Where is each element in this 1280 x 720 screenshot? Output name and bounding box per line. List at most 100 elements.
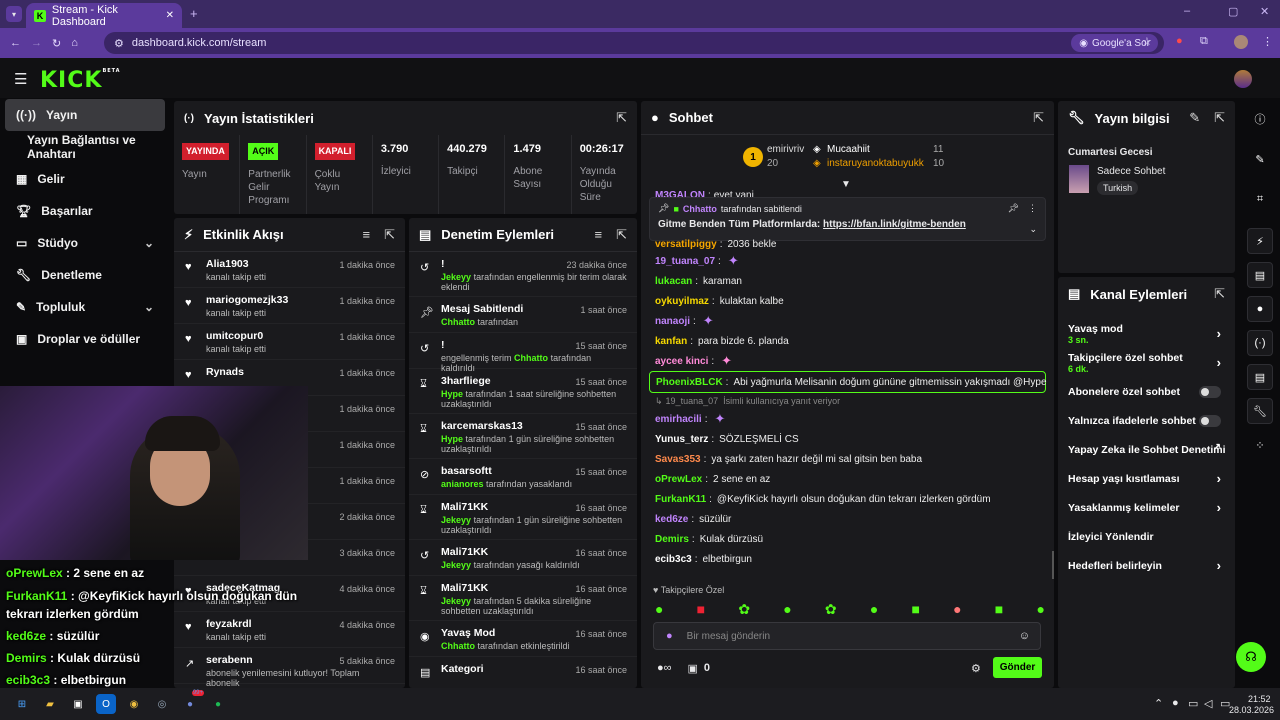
- close-tab-icon[interactable]: ✕: [166, 10, 174, 21]
- toggle-switch[interactable]: [1199, 386, 1221, 398]
- sidebar-item-studyo[interactable]: ▭ Stüdyo ⌄: [0, 227, 170, 259]
- emote-icon[interactable]: ■: [911, 601, 919, 618]
- back-icon[interactable]: ←: [10, 37, 21, 49]
- address-bar[interactable]: ⚙ dashboard.kick.com/stream ◉ Google'a S…: [104, 32, 1164, 54]
- channel-action-item[interactable]: Abonelere özel sohbet: [1058, 377, 1235, 406]
- channel-action-item[interactable]: Yapay Zeka ile Sohbet Denetimi ↗: [1058, 435, 1235, 464]
- chat-username[interactable]: emirhacili: [655, 414, 702, 425]
- chat-scrollbar[interactable]: [1052, 551, 1054, 579]
- popout-icon[interactable]: ⇱: [1214, 286, 1225, 302]
- extensions-puzzle-icon[interactable]: ⧉: [1200, 35, 1208, 48]
- profile-avatar[interactable]: [1234, 35, 1248, 49]
- emote-icon[interactable]: ●: [655, 601, 663, 618]
- emoji-icon[interactable]: ☺: [1019, 630, 1030, 642]
- top-user-name[interactable]: instaruyanoktabuyukk: [827, 158, 924, 169]
- close-window-icon[interactable]: ✕: [1260, 5, 1269, 18]
- popout-icon[interactable]: ⇱: [616, 227, 627, 243]
- gift-box-icon[interactable]: ▣: [688, 662, 698, 675]
- chat-username[interactable]: Demirs: [655, 534, 689, 545]
- edit-icon[interactable]: ✎: [1189, 110, 1200, 126]
- chat-username[interactable]: aycee kinci: [655, 356, 708, 367]
- site-info-icon[interactable]: ⚙: [114, 37, 124, 50]
- wrench-icon[interactable]: 🔧︎: [1247, 398, 1273, 424]
- browser-menu-icon[interactable]: ⋮: [1262, 35, 1273, 48]
- chat-username[interactable]: lukacan: [655, 276, 692, 287]
- sidebar-item-yayin[interactable]: ((·)) Yayın: [5, 99, 165, 131]
- store-icon[interactable]: ▣: [68, 694, 88, 714]
- sidebar-item-stream-key[interactable]: Yayın Bağlantısı ve Anahtarı: [0, 131, 170, 163]
- moderator-name[interactable]: Jekeyy: [441, 272, 471, 282]
- moderator-name[interactable]: Jekeyy: [441, 515, 471, 525]
- user-avatar[interactable]: [1234, 70, 1252, 88]
- grid-icon[interactable]: ⁘: [1247, 432, 1273, 458]
- clock-date[interactable]: 28.03.2026: [1229, 705, 1274, 715]
- channel-action-item[interactable]: Hesap yaşı kısıtlaması ›: [1058, 464, 1235, 493]
- chat-username[interactable]: 19_tuana_07: [655, 256, 715, 267]
- support-button[interactable]: ☊: [1236, 642, 1266, 672]
- loyalty-icon[interactable]: ●∞: [657, 662, 672, 674]
- moderator-name[interactable]: Jekeyy: [441, 560, 471, 570]
- focus-icon[interactable]: ⌗: [1247, 186, 1273, 212]
- discord-icon[interactable]: ● 99+: [180, 690, 204, 714]
- expand-icon[interactable]: ▼: [841, 179, 851, 190]
- popout-icon[interactable]: ⇱: [1214, 110, 1225, 126]
- chat-username[interactable]: 19_tuana_07: [666, 396, 719, 406]
- browser-tab[interactable]: K Stream - Kick Dashboard ✕: [26, 3, 182, 28]
- pinned-link[interactable]: https://bfan.link/gitme-benden: [823, 219, 966, 230]
- sidebar-item-gelir[interactable]: ▦ Gelir: [0, 163, 170, 195]
- maximize-icon[interactable]: ▢: [1228, 5, 1238, 18]
- chat-username[interactable]: Yunus_terz: [655, 434, 708, 445]
- chevron-down-icon[interactable]: ⌄: [1029, 224, 1037, 235]
- chat-username[interactable]: versatilpiggy: [655, 239, 717, 250]
- chat-username[interactable]: FurkanK11: [655, 494, 706, 505]
- chat-username[interactable]: PhoenixBLCK: [656, 377, 723, 388]
- channel-action-item[interactable]: Yalnızca ifadelerle sohbet: [1058, 406, 1235, 435]
- tray-chevron-icon[interactable]: ⌃: [1154, 697, 1163, 710]
- volume-icon[interactable]: ◁: [1204, 697, 1212, 710]
- moderator-name[interactable]: Hype: [441, 434, 463, 444]
- mic-icon[interactable]: ●: [1172, 697, 1179, 709]
- clipboard-icon[interactable]: ▤: [1247, 262, 1273, 288]
- moderator-name[interactable]: anianores: [441, 479, 484, 489]
- clock-time[interactable]: 21:52: [1248, 694, 1271, 704]
- outlook-icon[interactable]: O: [96, 694, 116, 714]
- channel-action-item[interactable]: İzleyici Yönlendir: [1058, 522, 1235, 551]
- filter-icon[interactable]: ≡: [363, 227, 371, 243]
- popout-icon[interactable]: ⇱: [1033, 110, 1044, 126]
- channel-action-item[interactable]: Yasaklanmış kelimeler ›: [1058, 493, 1235, 522]
- toggle-switch[interactable]: [1199, 415, 1221, 427]
- forward-icon[interactable]: →: [31, 37, 42, 49]
- chat-username[interactable]: oykuyilmaz: [655, 296, 709, 307]
- broadcast-icon[interactable]: (·): [1247, 330, 1273, 356]
- filter-icon[interactable]: ≡: [595, 227, 603, 243]
- chat-input-box[interactable]: ● Bir mesaj gönderin ☺: [653, 622, 1041, 650]
- emote-icon[interactable]: ●: [1036, 601, 1044, 618]
- moderator-name[interactable]: Hype: [441, 389, 463, 399]
- network-icon[interactable]: ▭: [1188, 697, 1198, 710]
- minimize-icon[interactable]: –: [1184, 5, 1190, 17]
- tab-search-icon[interactable]: ▾: [6, 6, 22, 22]
- channel-action-item[interactable]: Yavaş mod 3 sn. ›: [1058, 319, 1235, 348]
- moderator-name[interactable]: Chhatto: [514, 353, 548, 363]
- emote-icon[interactable]: ✿: [825, 601, 837, 618]
- chat-username[interactable]: ked6ze: [655, 514, 688, 525]
- sidebar-item-topluluk[interactable]: ✎ Topluluk ⌄: [0, 291, 170, 323]
- info-icon[interactable]: ⓘ: [1247, 106, 1273, 132]
- sidebar-item-denetleme[interactable]: 🔧︎ Denetleme: [0, 259, 170, 291]
- unpin-icon[interactable]: 📌︎: [1008, 203, 1019, 214]
- panel-icon[interactable]: ▤: [1247, 364, 1273, 390]
- bolt-icon[interactable]: ⚡︎: [1247, 228, 1273, 254]
- chat-username[interactable]: kanfan: [655, 336, 687, 347]
- channel-action-item[interactable]: Hedefleri belirleyin ›: [1058, 551, 1235, 580]
- top-user-name[interactable]: Mucaahiit: [827, 144, 870, 155]
- steam-icon[interactable]: ◎: [152, 694, 172, 714]
- moderator-name[interactable]: Chhatto: [441, 317, 475, 327]
- category-name[interactable]: Sadece Sohbet: [1097, 166, 1165, 177]
- chat-icon[interactable]: ●: [1247, 296, 1273, 322]
- send-button[interactable]: Gönder: [993, 657, 1042, 678]
- home-icon[interactable]: ⌂: [71, 37, 78, 49]
- windows-start-icon[interactable]: ⊞: [12, 694, 32, 714]
- reload-icon[interactable]: ↻: [52, 37, 61, 50]
- file-explorer-icon[interactable]: ▰: [40, 694, 60, 714]
- emote-icon[interactable]: ■: [995, 601, 1003, 618]
